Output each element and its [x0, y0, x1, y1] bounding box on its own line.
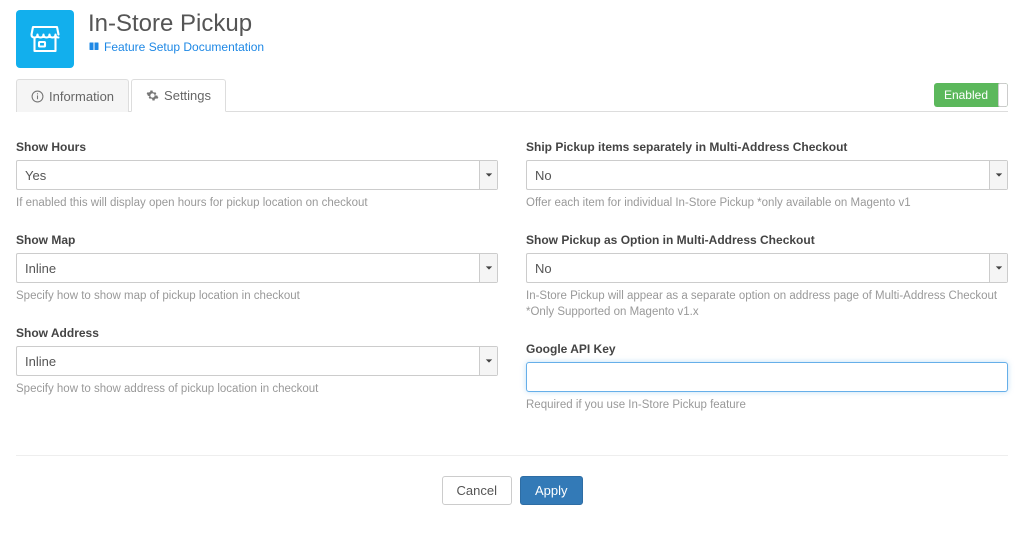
select-show-hours-value: Yes [25, 168, 46, 183]
book-icon [88, 41, 100, 53]
cancel-button[interactable]: Cancel [442, 476, 512, 505]
gear-icon [146, 89, 159, 102]
select-show-pickup-option[interactable]: No [526, 253, 1008, 283]
field-google-api-key: Google API Key Required if you use In-St… [526, 342, 1008, 413]
doc-link-label: Feature Setup Documentation [104, 40, 264, 54]
doc-link[interactable]: Feature Setup Documentation [88, 40, 264, 54]
input-google-api-key[interactable] [526, 362, 1008, 392]
select-show-address[interactable]: Inline [16, 346, 498, 376]
select-show-map[interactable]: Inline [16, 253, 498, 283]
field-show-address: Show Address Inline Specify how to show … [16, 326, 498, 397]
tab-settings[interactable]: Settings [131, 79, 226, 112]
label-show-map: Show Map [16, 233, 498, 247]
tab-information[interactable]: Information [16, 79, 129, 112]
page-header: In-Store Pickup Feature Setup Documentat… [16, 10, 1008, 68]
help-google-api-key: Required if you use In-Store Pickup feat… [526, 397, 1008, 413]
info-icon [31, 90, 44, 103]
apply-button[interactable]: Apply [520, 476, 583, 505]
select-show-map-value: Inline [25, 261, 56, 276]
help-show-hours: If enabled this will display open hours … [16, 195, 498, 211]
select-show-address-value: Inline [25, 354, 56, 369]
help-ship-separately: Offer each item for individual In-Store … [526, 195, 1008, 211]
field-ship-separately: Ship Pickup items separately in Multi-Ad… [526, 140, 1008, 211]
label-show-pickup-option: Show Pickup as Option in Multi-Address C… [526, 233, 1008, 247]
label-ship-separately: Ship Pickup items separately in Multi-Ad… [526, 140, 1008, 154]
field-show-map: Show Map Inline Specify how to show map … [16, 233, 498, 304]
tab-information-label: Information [49, 89, 114, 104]
select-show-hours[interactable]: Yes [16, 160, 498, 190]
chevron-down-icon [479, 161, 497, 189]
tab-bar: Information Settings Enabled [16, 78, 1008, 112]
select-ship-separately[interactable]: No [526, 160, 1008, 190]
field-show-pickup-option: Show Pickup as Option in Multi-Address C… [526, 233, 1008, 320]
chevron-down-icon [479, 347, 497, 375]
help-show-pickup-option: In-Store Pickup will appear as a separat… [526, 288, 1008, 320]
chevron-down-icon [479, 254, 497, 282]
settings-form: Show Hours Yes If enabled this will disp… [16, 112, 1008, 456]
enabled-toggle-label: Enabled [934, 88, 998, 102]
help-show-address: Specify how to show address of pickup lo… [16, 381, 498, 397]
page-title: In-Store Pickup [88, 10, 264, 38]
label-show-address: Show Address [16, 326, 498, 340]
tab-settings-label: Settings [164, 88, 211, 103]
form-col-left: Show Hours Yes If enabled this will disp… [16, 140, 498, 435]
form-actions: Cancel Apply [16, 456, 1008, 505]
store-icon [16, 10, 74, 68]
label-show-hours: Show Hours [16, 140, 498, 154]
help-show-map: Specify how to show map of pickup locati… [16, 288, 498, 304]
select-show-pickup-option-value: No [535, 261, 552, 276]
enabled-toggle[interactable]: Enabled [934, 83, 1008, 107]
chevron-down-icon [989, 254, 1007, 282]
chevron-down-icon [989, 161, 1007, 189]
form-col-right: Ship Pickup items separately in Multi-Ad… [526, 140, 1008, 435]
label-google-api-key: Google API Key [526, 342, 1008, 356]
select-ship-separately-value: No [535, 168, 552, 183]
toggle-knob [998, 83, 1008, 107]
field-show-hours: Show Hours Yes If enabled this will disp… [16, 140, 498, 211]
